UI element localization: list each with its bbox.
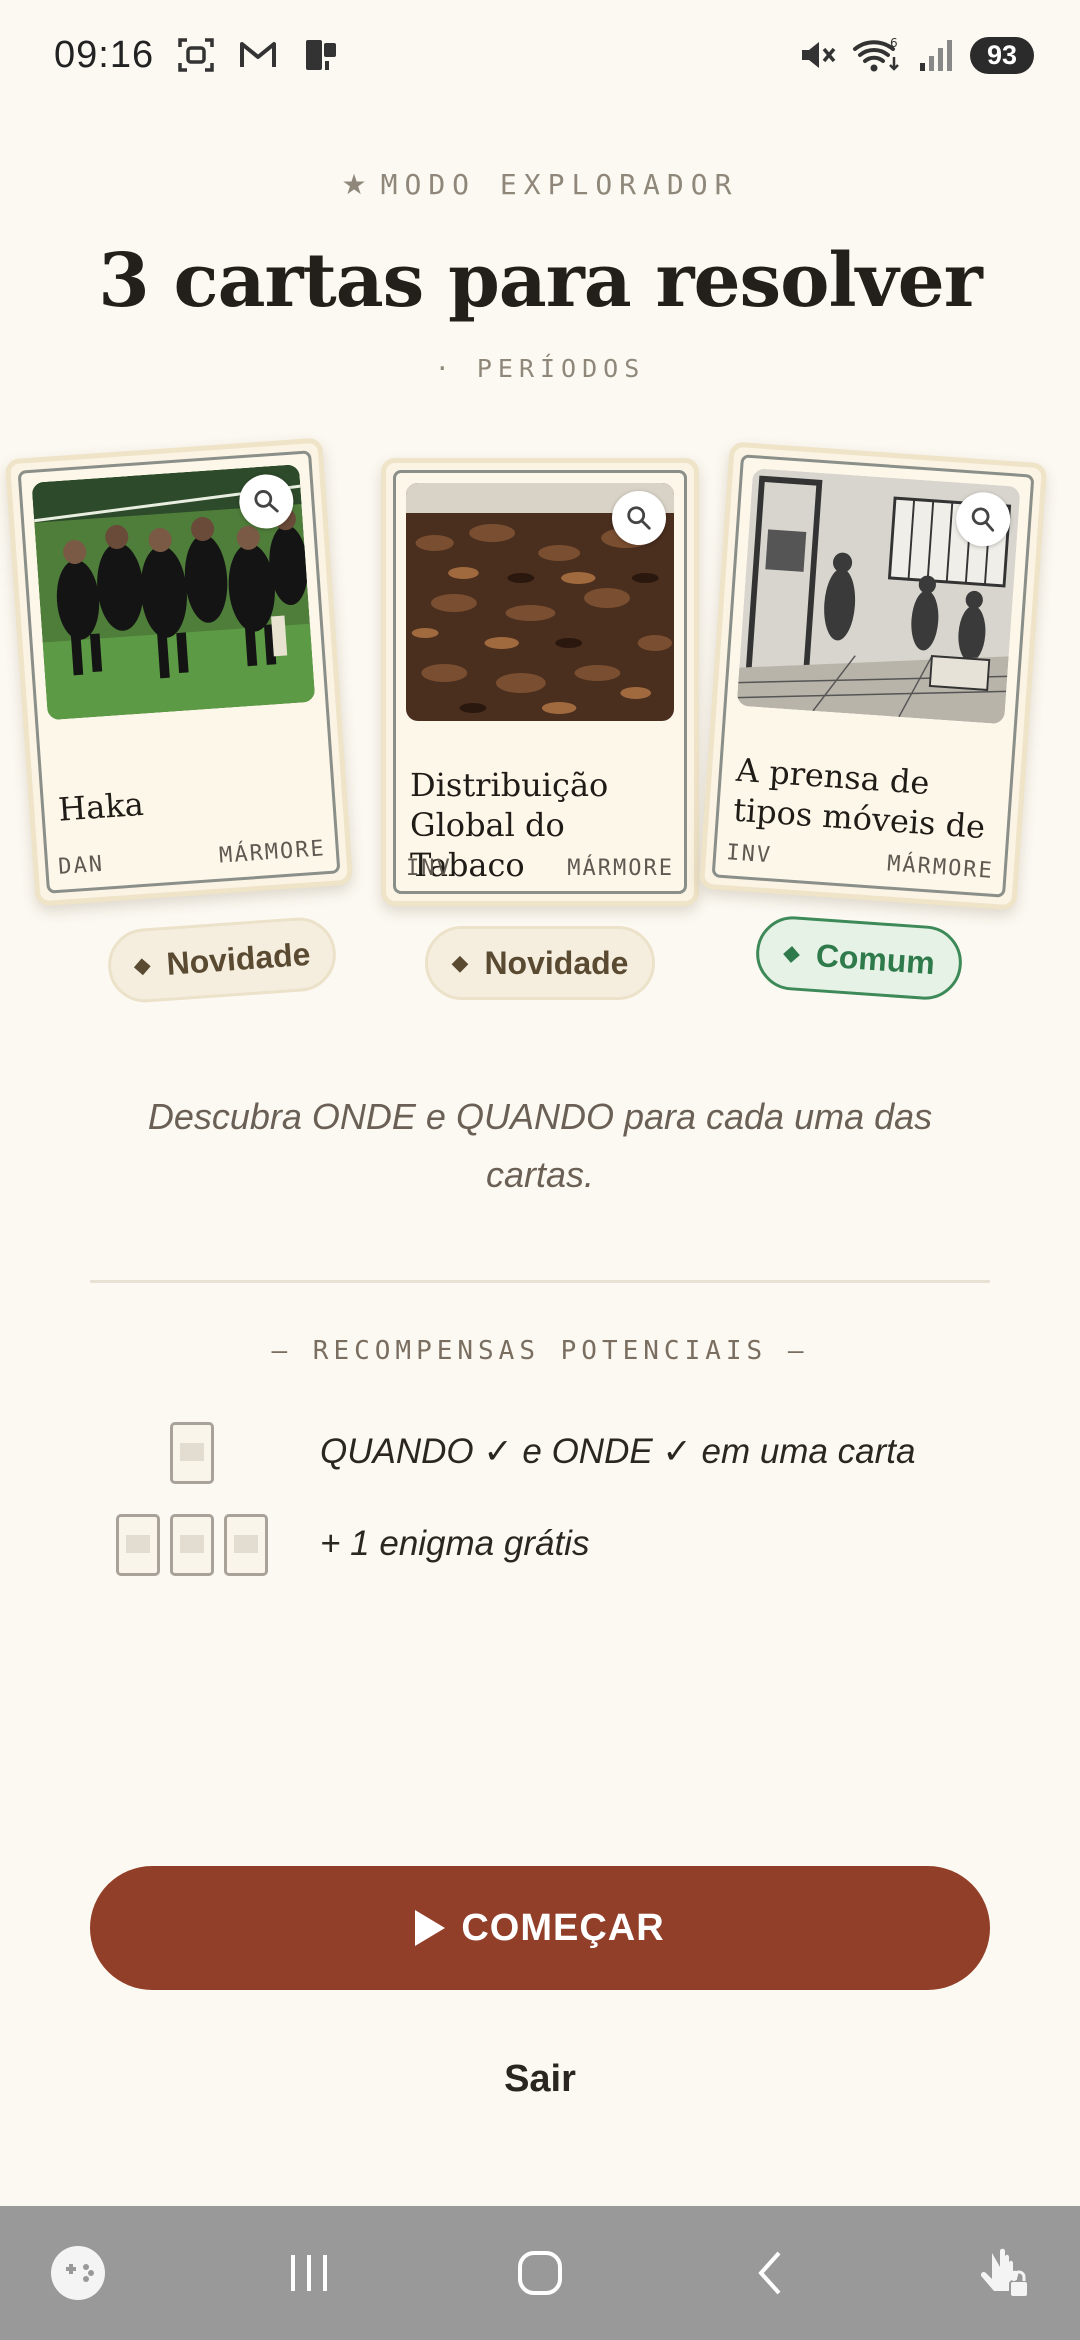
mini-card-icon: [116, 1514, 160, 1576]
rarity-label: Novidade: [484, 944, 629, 981]
magnifier-icon: [627, 506, 651, 530]
start-button-label: COMEÇAR: [461, 1906, 665, 1949]
reward-text: QUANDO ✓ e ONDE ✓ em uma carta: [320, 1432, 916, 1471]
status-bar: 09:16 6 93: [0, 0, 1080, 110]
card-frame: Distribuição Global do Tabaco INV MÁRMOR…: [393, 470, 687, 894]
recent-apps-button[interactable]: [259, 2223, 359, 2323]
status-time: 09:16: [54, 33, 155, 76]
reward-card-stack: [116, 1514, 268, 1584]
card-title: A prensa de tipos móveis de ...: [732, 750, 987, 848]
start-button[interactable]: COMEÇAR: [90, 1866, 990, 1990]
card-tag-right: MÁRMORE: [218, 836, 327, 869]
system-nav-bar: [0, 2206, 1080, 2340]
mode-label: ★ MODO EXPLORADOR: [0, 168, 1080, 201]
game-launcher-button[interactable]: [28, 2223, 128, 2323]
clipboard-icon: [300, 35, 340, 75]
reward-card-stack: [170, 1422, 214, 1492]
puzzle-card-haka[interactable]: Haka DAN MÁRMORE: [4, 437, 354, 907]
card-frame: Haka DAN MÁRMORE: [17, 450, 341, 894]
home-button[interactable]: [490, 2223, 590, 2323]
instruction-text: Descubra ONDE e QUANDO para cada uma das…: [147, 1096, 933, 1195]
divider: [90, 1280, 990, 1283]
card-tag-left: DAN: [57, 851, 105, 880]
status-right: 6 93: [798, 35, 1034, 75]
diamond-icon: ◆: [782, 939, 801, 966]
magnifier-icon: [254, 490, 279, 513]
mute-icon: [798, 35, 838, 75]
page-title: 3 cartas para resolver: [98, 238, 982, 324]
magnifier-icon: [971, 507, 995, 532]
screenshot-icon: [176, 35, 216, 75]
mini-card-icon: [170, 1422, 214, 1484]
signal-icon: [916, 35, 956, 75]
rarity-label: Novidade: [165, 935, 312, 982]
battery-indicator: 93: [970, 36, 1034, 74]
diamond-icon: ◆: [451, 950, 469, 975]
reward-row: QUANDO ✓ e ONDE ✓ em uma carta: [0, 1422, 1080, 1492]
star-icon: ★: [341, 168, 367, 201]
card-tag-left: INV: [406, 856, 452, 881]
exit-button[interactable]: Sair: [0, 2058, 1080, 2101]
puzzle-card-tabaco[interactable]: Distribuição Global do Tabaco INV MÁRMOR…: [381, 458, 699, 906]
card-frame: A prensa de tipos móveis de ... INV MÁRM…: [711, 454, 1035, 898]
back-icon: [758, 2251, 781, 2295]
rarity-badge: ◆ Novidade: [105, 915, 339, 1005]
subtitle-label: · PERÍODOS: [434, 354, 646, 383]
mini-card-icon: [170, 1514, 214, 1576]
touch-lock-icon: [980, 2248, 1029, 2298]
puzzle-card-prensa[interactable]: A prensa de tipos móveis de ... INV MÁRM…: [698, 441, 1048, 911]
mini-card-icon: [224, 1514, 268, 1576]
back-button[interactable]: [721, 2223, 821, 2323]
recent-apps-icon: [291, 2255, 327, 2291]
wifi-icon: 6: [852, 35, 902, 75]
card-tag-left: INV: [725, 840, 773, 869]
rewards-heading: — RECOMPENSAS POTENCIAIS —: [271, 1336, 809, 1366]
reward-text: + 1 enigma grátis: [320, 1524, 590, 1563]
rarity-badge: ◆ Comum: [753, 913, 965, 1003]
status-left: 09:16: [54, 34, 340, 77]
card-tag-right: MÁRMORE: [886, 851, 995, 884]
game-launcher-icon: [51, 2246, 105, 2300]
card-tag-right: MÁRMORE: [567, 856, 674, 881]
play-icon: [415, 1910, 446, 1946]
zoom-button[interactable]: [612, 491, 666, 545]
card-title: Haka: [56, 784, 145, 829]
home-icon: [518, 2251, 562, 2295]
svg-text:6: 6: [890, 36, 898, 50]
touch-lock-button[interactable]: [952, 2223, 1052, 2323]
mode-label-text: MODO EXPLORADOR: [380, 168, 739, 201]
rarity-label: Comum: [814, 936, 937, 981]
gmail-icon: [238, 35, 278, 75]
rarity-badge: ◆ Novidade: [425, 926, 655, 1000]
reward-row: + 1 enigma grátis: [0, 1514, 1080, 1584]
diamond-icon: ◆: [132, 952, 152, 979]
